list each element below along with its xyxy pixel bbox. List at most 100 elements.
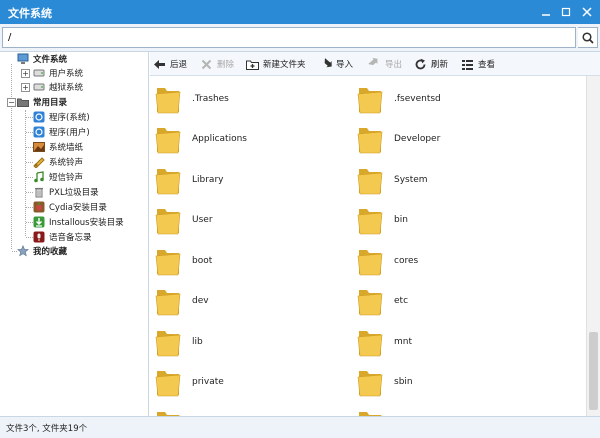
folder-icon [155,169,181,195]
file-name: sbin [394,377,413,387]
app-store-icon [33,126,45,138]
tree-line [26,192,33,193]
sidebar-item-programs-user[interactable]: 程序(用户) [33,125,90,139]
sidebar-item-favorites[interactable]: 我的收藏 [17,244,67,258]
file-name: mnt [394,337,412,347]
folder-item[interactable]: private [154,363,224,401]
folder-item[interactable]: Library [154,161,223,199]
folder-item[interactable]: sbin [356,363,413,401]
file-name: .fseventsd [394,94,441,104]
folder-item[interactable]: etc [356,282,408,320]
sidebar-item-label: 常用目录 [33,98,68,108]
file-name: System [394,175,428,185]
sidebar-item-label: 语音备忘录 [49,233,92,243]
close-button[interactable] [577,0,597,24]
delete-icon [200,58,213,71]
folder-icon [155,128,181,154]
search-button[interactable] [578,27,598,48]
folder-item[interactable]: .Trashes [154,80,229,118]
back-button[interactable]: 后退 [153,56,187,72]
music-note-icon [33,171,45,183]
collapse-toggle[interactable]: − [7,98,16,107]
folder-icon [155,290,181,316]
folder-item[interactable]: Developer [356,120,440,158]
import-label: 导入 [336,60,354,70]
import-button[interactable]: 导入 [319,56,353,72]
folder-item[interactable] [356,404,394,416]
expand-toggle[interactable]: + [21,83,30,92]
sidebar-item-label: 用户系统 [49,69,84,79]
folder-icon [357,169,383,195]
view-label: 查看 [478,60,496,70]
voice-memo-icon [33,231,45,243]
sidebar-item-pxl-trash[interactable]: PXL垃圾目录 [33,185,99,199]
folder-icon [155,209,181,235]
folder-icon [357,250,383,276]
sidebar-item-label: 系统墙纸 [49,143,84,153]
minimize-icon [542,14,550,16]
folder-item[interactable]: dev [154,282,209,320]
window-title: 文件系统 [8,7,52,20]
new-folder-button[interactable]: 新建文件夹 [246,56,306,72]
export-icon [368,57,381,71]
status-text: 文件3个, 文件夹19个 [6,424,88,434]
title-bar: 文件系统 [0,0,600,24]
path-input[interactable] [2,27,576,48]
sidebar-item-user-system[interactable]: 用户系统 [33,66,83,80]
sidebar-item-label: Cydia安装目录 [49,203,107,213]
minimize-button[interactable] [536,0,556,24]
sidebar-item-system-ringtone[interactable]: 系统铃声 [33,155,83,169]
scroll-thumb[interactable] [589,332,598,410]
folder-item[interactable]: bin [356,201,408,239]
trash-icon [33,186,45,198]
refresh-button[interactable]: 刷新 [414,56,448,72]
export-button[interactable]: 导出 [368,56,402,72]
import-icon [319,57,332,71]
sidebar-item-common-dirs[interactable]: 常用目录 [17,95,67,109]
sidebar-item-jailbreak-system[interactable]: 越狱系统 [33,80,83,94]
expand-toggle[interactable]: + [21,69,30,78]
folder-item[interactable]: boot [154,242,212,280]
vertical-scrollbar[interactable] [586,76,600,416]
sidebar-item-label: 程序(用户) [49,128,90,138]
ringtone-icon [33,156,45,168]
view-icon [461,58,474,71]
back-arrow-icon [153,58,166,71]
maximize-button[interactable] [556,0,576,24]
folder-icon [357,371,383,397]
folder-item[interactable]: User [154,201,213,239]
drive-icon [33,81,45,93]
computer-icon [17,53,29,65]
tree-line [26,222,33,223]
file-name: Library [192,175,224,185]
folder-item[interactable]: lib [154,323,203,361]
folder-icon [155,331,181,357]
view-button[interactable]: 查看 [461,56,495,72]
sidebar-item-voice-memos[interactable]: 语音备忘录 [33,230,92,244]
sidebar-item-file-system[interactable]: 文件系统 [17,52,67,66]
folder-item[interactable]: .fseventsd [356,80,441,118]
file-name: Applications [192,134,247,144]
sidebar-item-label: PXL垃圾目录 [49,188,99,198]
sidebar-item-system-wallpaper[interactable]: 系统墙纸 [33,140,83,154]
folder-item[interactable]: cores [356,242,418,280]
sidebar-item-label: Installous安装目录 [49,218,124,228]
folder-icon [157,412,181,416]
folder-item[interactable] [154,404,192,416]
folder-item[interactable]: System [356,161,428,199]
installous-icon [33,216,45,228]
folder-item[interactable]: mnt [356,323,412,361]
folder-icon [357,290,383,316]
file-name: User [192,215,213,225]
folder-item[interactable]: Applications [154,120,247,158]
sidebar-item-programs-system[interactable]: 程序(系统) [33,110,90,124]
sidebar-item-cydia-install[interactable]: Cydia安装目录 [33,200,107,214]
sidebar-item-installous-install[interactable]: Installous安装目录 [33,215,124,229]
sidebar-item-label: 我的收藏 [33,247,68,257]
sidebar-item-sms-ringtone[interactable]: 短信铃声 [33,170,83,184]
tree-line [26,162,33,163]
delete-button[interactable]: 删除 [200,56,234,72]
wallpaper-icon [33,141,45,153]
sidebar-item-label: 程序(系统) [49,113,90,123]
file-name: dev [192,296,209,306]
